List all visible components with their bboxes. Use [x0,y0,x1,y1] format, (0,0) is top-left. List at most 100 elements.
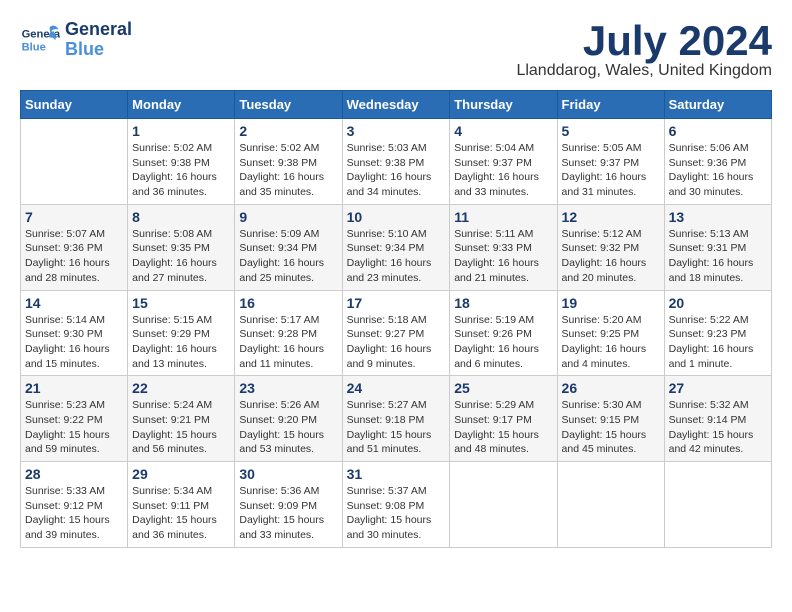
calendar-cell [664,462,771,548]
calendar-cell: 13 Sunrise: 5:13 AM Sunset: 9:31 PM Dayli… [664,204,771,290]
day-number: 19 [562,295,660,311]
day-number: 5 [562,123,660,139]
day-number: 13 [669,209,767,225]
weekday-header-tuesday: Tuesday [235,91,342,119]
calendar-cell: 31 Sunrise: 5:37 AM Sunset: 9:08 PM Dayli… [342,462,450,548]
logo-text-line2: Blue [65,40,132,60]
calendar-cell: 22 Sunrise: 5:24 AM Sunset: 9:21 PM Dayli… [128,376,235,462]
day-info: Sunrise: 5:27 AM Sunset: 9:18 PM Dayligh… [347,398,446,457]
day-number: 26 [562,380,660,396]
day-number: 25 [454,380,552,396]
calendar-cell: 10Sunrise: 5:10 AM Sunset: 9:34 PM Dayli… [342,204,450,290]
day-number: 3 [347,123,446,139]
day-info: Sunrise: 5:03 AM Sunset: 9:38 PM Dayligh… [347,141,446,200]
calendar-cell: 5 Sunrise: 5:05 AM Sunset: 9:37 PM Daylig… [557,119,664,205]
calendar-week-row: 7Sunrise: 5:07 AM Sunset: 9:36 PM Daylig… [21,204,772,290]
day-info: Sunrise: 5:05 AM Sunset: 9:37 PM Dayligh… [562,141,660,200]
day-info: Sunrise: 5:07 AM Sunset: 9:36 PM Dayligh… [25,227,123,286]
day-number: 14 [25,295,123,311]
weekday-header-wednesday: Wednesday [342,91,450,119]
day-info: Sunrise: 5:14 AM Sunset: 9:30 PM Dayligh… [25,313,123,372]
day-info: Sunrise: 5:09 AM Sunset: 9:34 PM Dayligh… [239,227,337,286]
calendar-cell: 12Sunrise: 5:12 AM Sunset: 9:32 PM Dayli… [557,204,664,290]
day-info: Sunrise: 5:22 AM Sunset: 9:23 PM Dayligh… [669,313,767,372]
weekday-header-monday: Monday [128,91,235,119]
calendar-cell: 23Sunrise: 5:26 AM Sunset: 9:20 PM Dayli… [235,376,342,462]
calendar-cell [450,462,557,548]
calendar-cell: 14 Sunrise: 5:14 AM Sunset: 9:30 PM Dayli… [21,290,128,376]
day-number: 30 [239,466,337,482]
day-number: 10 [347,209,446,225]
calendar-cell: 25 Sunrise: 5:29 AM Sunset: 9:17 PM Dayli… [450,376,557,462]
day-info: Sunrise: 5:24 AM Sunset: 9:21 PM Dayligh… [132,398,230,457]
weekday-header-saturday: Saturday [664,91,771,119]
day-info: Sunrise: 5:37 AM Sunset: 9:08 PM Dayligh… [347,484,446,543]
weekday-header-friday: Friday [557,91,664,119]
day-info: Sunrise: 5:04 AM Sunset: 9:37 PM Dayligh… [454,141,552,200]
calendar-cell: 29 Sunrise: 5:34 AM Sunset: 9:11 PM Dayli… [128,462,235,548]
day-info: Sunrise: 5:30 AM Sunset: 9:15 PM Dayligh… [562,398,660,457]
day-number: 8 [132,209,230,225]
day-number: 18 [454,295,552,311]
day-info: Sunrise: 5:18 AM Sunset: 9:27 PM Dayligh… [347,313,446,372]
calendar-cell: 4 Sunrise: 5:04 AM Sunset: 9:37 PM Daylig… [450,119,557,205]
day-info: Sunrise: 5:19 AM Sunset: 9:26 PM Dayligh… [454,313,552,372]
day-info: Sunrise: 5:36 AM Sunset: 9:09 PM Dayligh… [239,484,337,543]
day-number: 2 [239,123,337,139]
calendar-cell: 26 Sunrise: 5:30 AM Sunset: 9:15 PM Dayli… [557,376,664,462]
day-info: Sunrise: 5:32 AM Sunset: 9:14 PM Dayligh… [669,398,767,457]
calendar-cell [557,462,664,548]
day-info: Sunrise: 5:13 AM Sunset: 9:31 PM Dayligh… [669,227,767,286]
day-info: Sunrise: 5:11 AM Sunset: 9:33 PM Dayligh… [454,227,552,286]
calendar-week-row: 1 Sunrise: 5:02 AM Sunset: 9:38 PM Daylig… [21,119,772,205]
day-info: Sunrise: 5:06 AM Sunset: 9:36 PM Dayligh… [669,141,767,200]
calendar-week-row: 14 Sunrise: 5:14 AM Sunset: 9:30 PM Dayli… [21,290,772,376]
header: General Blue General Blue July 2024 Llan… [20,20,772,80]
month-title: July 2024 [516,20,772,62]
day-info: Sunrise: 5:02 AM Sunset: 9:38 PM Dayligh… [239,141,337,200]
weekday-header-row: SundayMondayTuesdayWednesdayThursdayFrid… [21,91,772,119]
day-info: Sunrise: 5:29 AM Sunset: 9:17 PM Dayligh… [454,398,552,457]
day-number: 6 [669,123,767,139]
day-number: 22 [132,380,230,396]
weekday-header-sunday: Sunday [21,91,128,119]
calendar-cell: 9 Sunrise: 5:09 AM Sunset: 9:34 PM Daylig… [235,204,342,290]
day-info: Sunrise: 5:26 AM Sunset: 9:20 PM Dayligh… [239,398,337,457]
day-number: 4 [454,123,552,139]
day-number: 1 [132,123,230,139]
calendar-cell: 18 Sunrise: 5:19 AM Sunset: 9:26 PM Dayli… [450,290,557,376]
day-info: Sunrise: 5:12 AM Sunset: 9:32 PM Dayligh… [562,227,660,286]
calendar-week-row: 21Sunrise: 5:23 AM Sunset: 9:22 PM Dayli… [21,376,772,462]
day-number: 15 [132,295,230,311]
calendar-cell: 20Sunrise: 5:22 AM Sunset: 9:23 PM Dayli… [664,290,771,376]
calendar-cell: 6 Sunrise: 5:06 AM Sunset: 9:36 PM Daylig… [664,119,771,205]
calendar-cell: 21Sunrise: 5:23 AM Sunset: 9:22 PM Dayli… [21,376,128,462]
calendar-cell: 28Sunrise: 5:33 AM Sunset: 9:12 PM Dayli… [21,462,128,548]
calendar-cell: 1Sunrise: 5:02 AM Sunset: 9:38 PM Daylig… [128,119,235,205]
day-number: 31 [347,466,446,482]
day-number: 11 [454,209,552,225]
logo-text-line1: General [65,20,132,40]
calendar-cell: 30 Sunrise: 5:36 AM Sunset: 9:09 PM Dayli… [235,462,342,548]
day-info: Sunrise: 5:34 AM Sunset: 9:11 PM Dayligh… [132,484,230,543]
calendar-cell [21,119,128,205]
day-number: 24 [347,380,446,396]
calendar-cell: 2 Sunrise: 5:02 AM Sunset: 9:38 PM Daylig… [235,119,342,205]
calendar-cell: 7Sunrise: 5:07 AM Sunset: 9:36 PM Daylig… [21,204,128,290]
calendar-cell: 3 Sunrise: 5:03 AM Sunset: 9:38 PM Daylig… [342,119,450,205]
day-number: 27 [669,380,767,396]
logo: General Blue General Blue [20,20,132,60]
calendar-cell: 15Sunrise: 5:15 AM Sunset: 9:29 PM Dayli… [128,290,235,376]
day-info: Sunrise: 5:33 AM Sunset: 9:12 PM Dayligh… [25,484,123,543]
logo-icon: General Blue [20,20,60,60]
day-number: 29 [132,466,230,482]
day-number: 21 [25,380,123,396]
day-number: 9 [239,209,337,225]
day-info: Sunrise: 5:08 AM Sunset: 9:35 PM Dayligh… [132,227,230,286]
calendar-table: SundayMondayTuesdayWednesdayThursdayFrid… [20,90,772,548]
calendar-cell: 27 Sunrise: 5:32 AM Sunset: 9:14 PM Dayli… [664,376,771,462]
day-info: Sunrise: 5:20 AM Sunset: 9:25 PM Dayligh… [562,313,660,372]
location-title: Llanddarog, Wales, United Kingdom [516,62,772,80]
calendar-cell: 17Sunrise: 5:18 AM Sunset: 9:27 PM Dayli… [342,290,450,376]
title-section: July 2024 Llanddarog, Wales, United King… [516,20,772,80]
